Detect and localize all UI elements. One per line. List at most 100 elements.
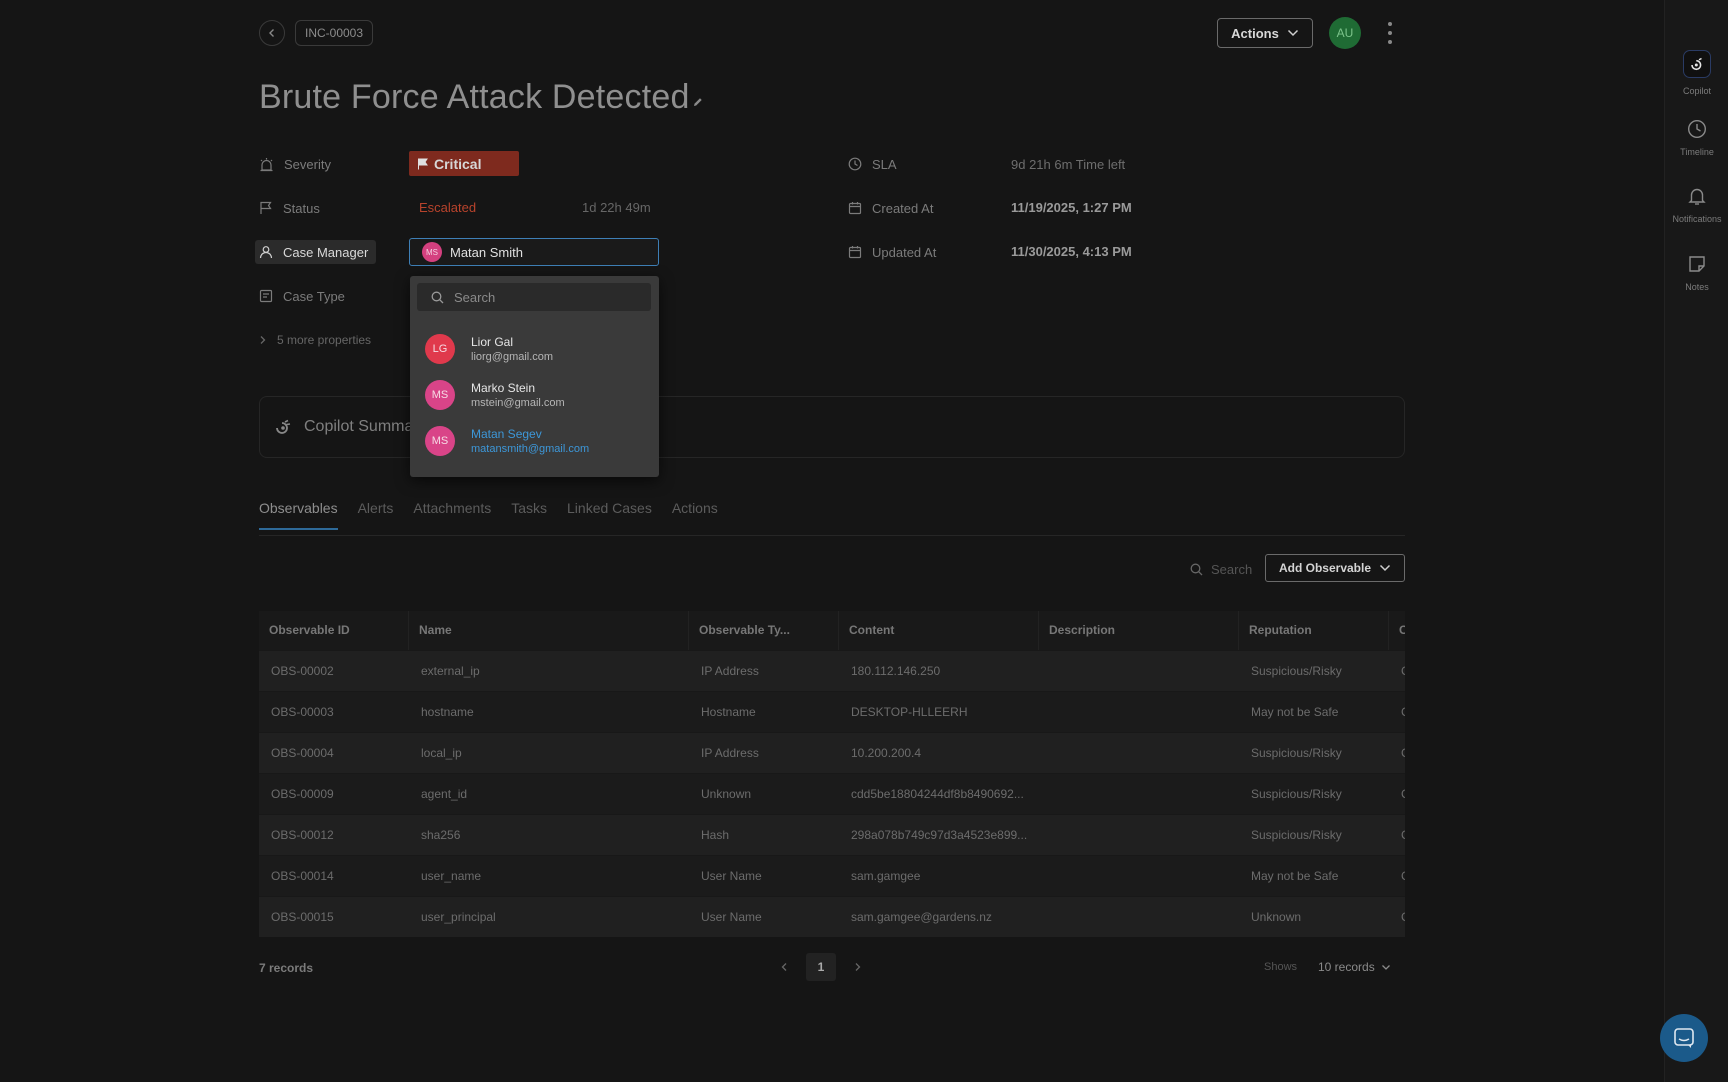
rail-notes[interactable]: Notes (1665, 254, 1728, 292)
table-cell: C (1389, 815, 1405, 856)
next-page-icon[interactable] (854, 962, 862, 972)
actions-button[interactable]: Actions (1217, 18, 1313, 48)
table-cell: Suspicious/Risky (1251, 746, 1342, 760)
column-header[interactable]: Observable ID (259, 611, 409, 650)
document-icon (259, 289, 273, 303)
table-cell: C (1389, 774, 1405, 815)
table-search[interactable]: Search (1190, 562, 1252, 577)
tab-attachments[interactable]: Attachments (413, 500, 491, 530)
table-cell (1039, 815, 1239, 856)
note-icon (1689, 256, 1705, 272)
table-row[interactable]: OBS-00014 user_name User Name sam.gamgee May… (259, 855, 1405, 896)
table-cell: OBS-00002 (271, 664, 334, 678)
user-avatar[interactable]: AU (1329, 17, 1361, 49)
column-header[interactable]: Reputation (1239, 611, 1389, 650)
clock-icon (848, 157, 862, 171)
table-row[interactable]: OBS-00012 sha256 Hash 298a078b749c97d3a4523… (259, 814, 1405, 855)
column-header[interactable]: Name (409, 611, 689, 650)
incident-id-chip: INC-00003 (295, 20, 374, 46)
option-email: liorg@gmail.com (471, 350, 554, 363)
rail-notifications-label: Notifications (1672, 214, 1722, 224)
flag-outline-icon (260, 201, 272, 214)
records-per-page-select[interactable]: 10 records (1318, 960, 1391, 974)
rail-notes-label: Notes (1685, 282, 1709, 292)
case-manager-select[interactable]: MS Matan Smith (409, 238, 659, 266)
column-header[interactable]: Observable Ty... (689, 611, 839, 650)
table-cell: sam.gamgee@gardens.nz (851, 910, 992, 924)
record-count: 7 records (259, 961, 314, 975)
table-row[interactable]: OBS-00002 external_ip IP Address 180.112.14… (259, 650, 1405, 691)
dropdown-search-input[interactable]: Search (417, 283, 651, 311)
table-row[interactable]: OBS-00004 local_ip IP Address 10.200.200.4 S… (259, 732, 1405, 773)
observables-table: Observable ID Name Observable Ty... Cont… (259, 611, 1405, 943)
flag-icon (418, 158, 428, 169)
tab-linked-cases[interactable]: Linked Cases (567, 500, 652, 530)
table-row[interactable]: OBS-00003 hostname Hostname DESKTOP-HLLEERH… (259, 691, 1405, 732)
case-manager-label: Case Manager (255, 240, 377, 264)
avatar: LG (425, 334, 455, 364)
table-cell: OBS-00012 (271, 828, 334, 842)
rail-copilot-label: Copilot (1682, 86, 1711, 96)
support-chat-button[interactable] (1660, 1014, 1708, 1062)
table-cell: May not be Safe (1251, 869, 1339, 883)
table-cell: agent_id (421, 787, 468, 801)
right-sidebar: Copilot Timeline Notifications Notes (1664, 0, 1728, 1082)
tab-actions[interactable]: Actions (672, 500, 718, 530)
tabs-divider (259, 535, 1405, 536)
table-cell (1039, 856, 1239, 897)
back-button[interactable] (259, 20, 285, 46)
created-at-value: 11/19/2025, 1:27 PM (1011, 200, 1132, 215)
table-row[interactable]: OBS-00015 user_principal User Name sam.gamg… (259, 896, 1405, 937)
table-cell: C (1389, 692, 1405, 733)
rail-timeline[interactable]: Timeline (1665, 119, 1728, 157)
column-header[interactable]: C (1389, 611, 1405, 650)
chevron-down-icon (1381, 964, 1390, 970)
column-header[interactable]: Content (839, 611, 1039, 650)
dropdown-option-lior-gal[interactable]: LG Lior Gal liorg@gmail.com (425, 331, 645, 367)
user-icon (259, 246, 273, 259)
severity-badge[interactable]: Critical (409, 151, 519, 176)
severity-label: Severity (259, 152, 331, 176)
tab-alerts[interactable]: Alerts (358, 500, 394, 530)
table-cell: Suspicious/Risky (1251, 664, 1342, 678)
page-number[interactable]: 1 (806, 953, 836, 981)
table-cell: C (1389, 651, 1405, 692)
tab-tasks[interactable]: Tasks (511, 500, 547, 530)
table-cell: cdd5be18804244df8b8490692... (851, 787, 1024, 801)
more-options-icon[interactable] (1384, 20, 1396, 46)
add-observable-label: Add Observable (1278, 561, 1372, 575)
edit-pencil-icon[interactable] (692, 96, 704, 108)
avatar: MS (422, 242, 442, 262)
updated-at-value: 11/30/2025, 4:13 PM (1011, 244, 1132, 259)
dropdown-option-matan-segev[interactable]: MS Matan Segev matansmith@gmail.com (425, 423, 645, 459)
table-cell: OBS-00003 (271, 705, 334, 719)
status-value[interactable]: Escalated (419, 200, 476, 215)
table-cell: user_name (421, 869, 482, 883)
table-cell: Unknown (701, 787, 752, 801)
table-row[interactable]: OBS-00009 agent_id Unknown cdd5be18804244df… (259, 773, 1405, 814)
case-type-label: Case Type (259, 284, 345, 308)
table-cell: Hostname (701, 705, 756, 719)
copilot-summary-header: Copilot Summa (274, 418, 413, 436)
rail-copilot[interactable]: Copilot (1665, 50, 1728, 96)
table-cell: OBS-00015 (271, 910, 334, 924)
option-email: matansmith@gmail.com (471, 442, 590, 455)
chat-icon (1674, 1028, 1694, 1048)
dropdown-option-marko-stein[interactable]: MS Marko Stein mstein@gmail.com (425, 377, 645, 413)
created-at-label: Created At (848, 196, 933, 220)
table-cell: OBS-00004 (271, 746, 334, 760)
table-cell: 298a078b749c97d3a4523e899... (851, 828, 1028, 842)
avatar: MS (425, 380, 455, 410)
rail-notifications[interactable]: Notifications (1665, 186, 1728, 224)
rail-timeline-label: Timeline (1680, 147, 1714, 157)
add-observable-button[interactable]: Add Observable (1265, 554, 1405, 582)
column-header[interactable]: Description (1039, 611, 1239, 650)
updated-at-label: Updated At (848, 240, 936, 264)
table-cell: DESKTOP-HLLEERH (851, 705, 968, 719)
tab-observables[interactable]: Observables (259, 500, 338, 530)
more-properties-toggle[interactable]: 5 more properties (259, 328, 371, 352)
pagination: 1 (780, 953, 862, 981)
copilot-icon (276, 419, 291, 434)
prev-page-icon[interactable] (780, 962, 788, 972)
option-name: Marko Stein (471, 380, 536, 395)
